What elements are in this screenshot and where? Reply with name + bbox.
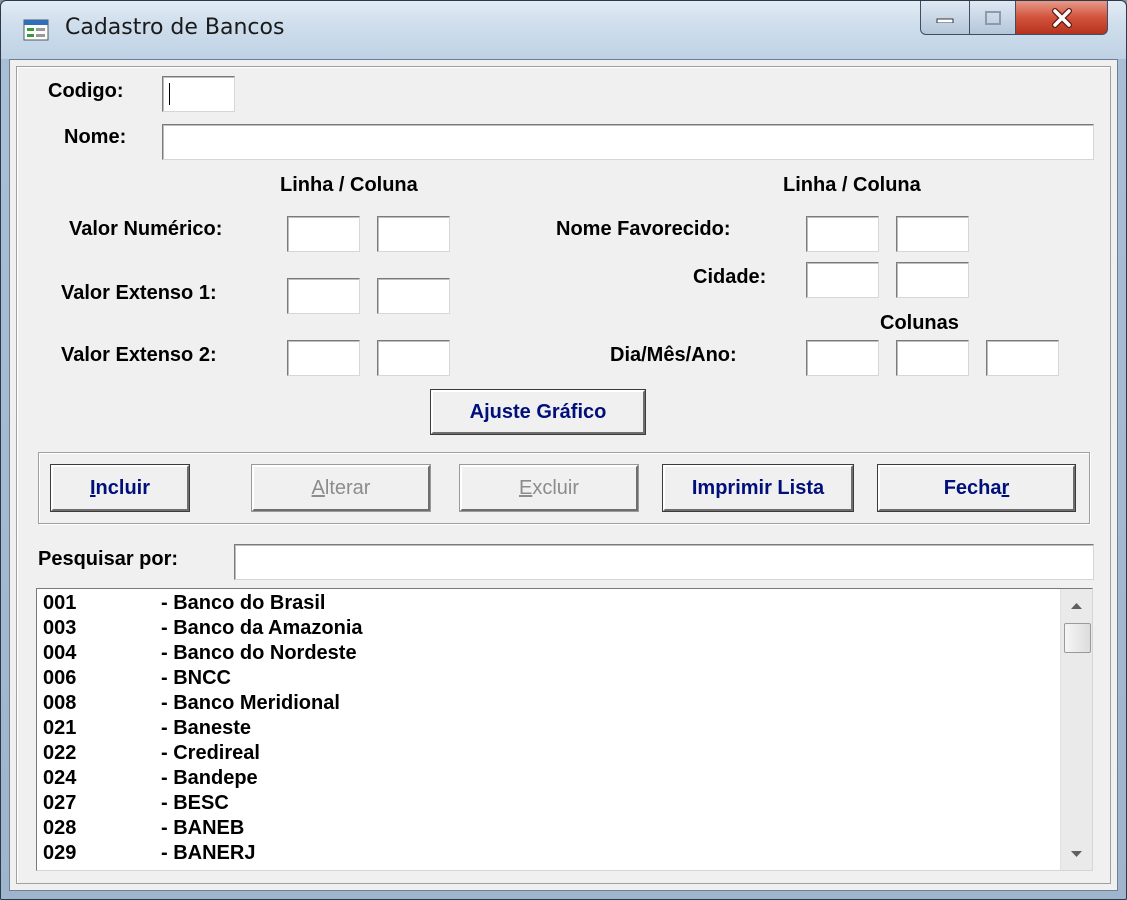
app-form-icon [23,19,49,41]
maximize-icon [984,10,1001,25]
bank-code: 027 [43,792,77,814]
vertical-scrollbar[interactable] [1060,589,1092,870]
nome-favorecido-label: Nome Favorecido: [556,218,731,240]
valor-extenso2-linha-input[interactable] [287,340,360,376]
dia-mes-ano-label: Dia/Mês/Ano: [610,344,737,366]
bank-list-rows: 001 - Banco do Brasil 003 - Banco da Amazon… [41,591,1051,866]
bank-code: 028 [43,817,77,839]
minimize-icon [936,18,954,23]
bank-code: 008 [43,692,77,714]
valor-extenso2-label: Valor Extenso 2: [61,344,217,366]
colunas-header: Colunas [880,312,959,334]
excluir-button[interactable]: Excluir [459,464,639,512]
linha-coluna-header-left: Linha / Coluna [280,174,418,196]
pesquisar-label: Pesquisar por: [38,548,179,570]
bank-name: - Bandepe [161,767,258,789]
minimize-button[interactable] [920,1,970,35]
valor-numerico-coluna-input[interactable] [377,216,450,252]
bank-code: 001 [43,592,77,614]
list-item[interactable]: 003 - Banco da Amazonia [41,616,1051,641]
list-item[interactable]: 022 - Credireal [41,741,1051,766]
ajuste-grafico-label: Ajuste Gráfico [469,400,607,423]
list-item[interactable]: 008 - Banco Meridional [41,691,1051,716]
scroll-thumb[interactable] [1064,623,1091,653]
nome-input[interactable] [162,124,1094,160]
incluir-label: Incluir [89,476,150,499]
scroll-down-button[interactable] [1061,840,1092,868]
bank-code: 006 [43,667,77,689]
scroll-up-button[interactable] [1061,591,1092,619]
bank-name: - BANERJ [161,842,256,864]
chevron-up-icon [1071,602,1082,609]
window-controls [920,1,1108,35]
window-title: Cadastro de Bancos [65,15,285,40]
close-icon [1051,7,1072,28]
list-item[interactable]: 029 - BANERJ [41,841,1051,866]
excluir-label: Excluir [518,476,579,499]
bank-code: 021 [43,717,77,739]
bank-code: 004 [43,642,77,664]
bank-name: - Baneste [161,717,252,739]
app-window: Cadastro de Bancos Codigo: Nome: Linha /… [0,0,1127,900]
alterar-label: Alterar [311,476,371,499]
cidade-coluna-input[interactable] [896,262,969,298]
nome-favorecido-linha-input[interactable] [806,216,879,252]
alterar-button[interactable]: Alterar [251,464,431,512]
bank-name: - Banco do Brasil [161,592,326,614]
bank-name: - Banco da Amazonia [161,617,363,639]
bank-code: 029 [43,842,77,864]
bank-name: - Banco do Nordeste [161,642,357,664]
pesquisar-input[interactable] [234,544,1094,580]
nome-favorecido-coluna-input[interactable] [896,216,969,252]
valor-numerico-linha-input[interactable] [287,216,360,252]
bank-code: 003 [43,617,77,639]
codigo-label: Codigo: [48,80,124,102]
cidade-linha-input[interactable] [806,262,879,298]
list-item[interactable]: 006 - BNCC [41,666,1051,691]
cidade-label: Cidade: [693,266,767,288]
linha-coluna-header-right: Linha / Coluna [783,174,921,196]
imprimir-lista-label: Imprimir Lista [691,476,825,499]
close-button[interactable] [1016,1,1108,35]
codigo-input[interactable] [162,76,235,112]
list-item[interactable]: 001 - Banco do Brasil [41,591,1051,616]
maximize-button[interactable] [970,1,1016,35]
dia-coluna-input[interactable] [806,340,879,376]
list-item[interactable]: 027 - BESC [41,791,1051,816]
ajuste-grafico-button[interactable]: Ajuste Gráfico [430,389,646,435]
bank-code: 022 [43,742,77,764]
text-caret [169,83,170,105]
chevron-down-icon [1071,850,1082,857]
incluir-button[interactable]: Incluir [50,464,190,512]
valor-extenso1-coluna-input[interactable] [377,278,450,314]
bank-name: - BESC [161,792,229,814]
nome-label: Nome: [64,126,127,148]
imprimir-lista-button[interactable]: Imprimir Lista [662,464,854,512]
bank-name: - BANEB [161,817,245,839]
title-bar[interactable]: Cadastro de Bancos [1,1,1126,59]
list-item[interactable]: 021 - Baneste [41,716,1051,741]
list-item[interactable]: 028 - BANEB [41,816,1051,841]
valor-extenso2-coluna-input[interactable] [377,340,450,376]
list-item[interactable]: 024 - Bandepe [41,766,1051,791]
valor-extenso1-label: Valor Extenso 1: [61,282,217,304]
list-item[interactable]: 004 - Banco do Nordeste [41,641,1051,666]
valor-numerico-label: Valor Numérico: [69,218,223,240]
mes-coluna-input[interactable] [896,340,969,376]
bank-listbox[interactable]: 001 - Banco do Brasil 003 - Banco da Amazon… [36,588,1093,871]
bank-name: - BNCC [161,667,231,689]
fechar-button[interactable]: Fechar [877,464,1076,512]
bank-name: - Banco Meridional [161,692,340,714]
valor-extenso1-linha-input[interactable] [287,278,360,314]
fechar-label: Fechar [943,476,1010,499]
dialog-client-area: Codigo: Nome: Linha / Coluna Linha / Col… [9,59,1118,891]
ano-coluna-input[interactable] [986,340,1059,376]
bank-name: - Credireal [161,742,260,764]
bank-code: 024 [43,767,77,789]
